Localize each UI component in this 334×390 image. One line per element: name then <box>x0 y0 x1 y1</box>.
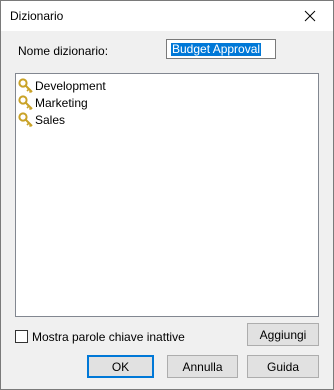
keyword-label: Development <box>35 78 106 93</box>
cancel-button[interactable]: Annulla <box>167 355 238 378</box>
dictionary-name-input[interactable]: Budget Approval <box>166 39 276 59</box>
help-button[interactable]: Guida <box>247 355 319 378</box>
dictionary-name-value: Budget Approval <box>171 42 262 56</box>
title-bar: Dizionario <box>1 1 333 31</box>
list-item[interactable]: Marketing <box>18 94 88 111</box>
close-icon <box>304 10 316 22</box>
keyword-label: Marketing <box>35 95 88 110</box>
keyword-list[interactable]: Development Marketing Sales <box>15 73 319 317</box>
key-icon <box>18 77 33 93</box>
window-title: Dizionario <box>10 9 64 23</box>
keyword-label: Sales <box>35 112 66 127</box>
close-button[interactable] <box>287 1 333 31</box>
add-button[interactable]: Aggiungi <box>247 323 319 346</box>
show-inactive-option[interactable]: Mostra parole chiave inattive <box>15 329 185 344</box>
dictionary-dialog: Dizionario Nome dizionario: Budget Appro… <box>0 0 334 390</box>
ok-button[interactable]: OK <box>87 355 154 378</box>
show-inactive-label: Mostra parole chiave inattive <box>32 329 185 344</box>
show-inactive-checkbox[interactable] <box>15 330 28 343</box>
list-item[interactable]: Sales <box>18 111 65 128</box>
key-icon <box>18 111 33 127</box>
key-icon <box>18 94 33 110</box>
list-item[interactable]: Development <box>18 77 106 94</box>
dictionary-name-label: Nome dizionario: <box>18 44 109 58</box>
